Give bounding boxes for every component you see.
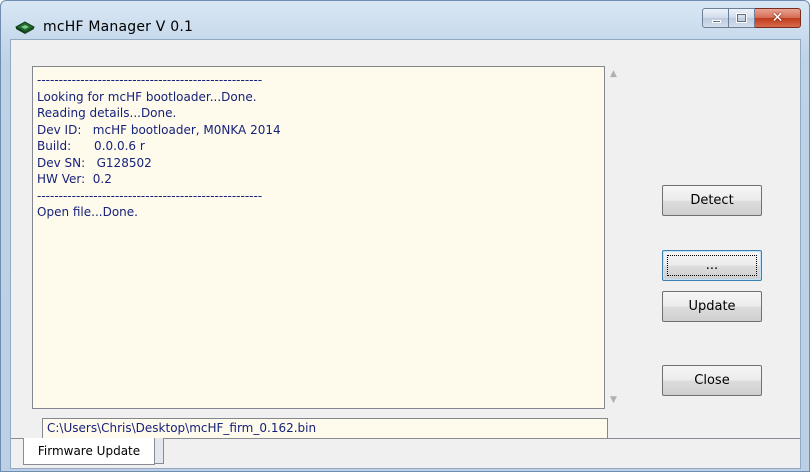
log-line: Reading details...Done. bbox=[37, 106, 177, 120]
close-button[interactable]: Close bbox=[662, 365, 762, 396]
firmware-update-panel: ----------------------------------------… bbox=[22, 54, 657, 439]
update-button-label: Update bbox=[688, 299, 736, 314]
maximize-button[interactable] bbox=[729, 8, 755, 28]
log-output[interactable]: ----------------------------------------… bbox=[32, 66, 605, 409]
update-button[interactable]: Update bbox=[662, 291, 762, 322]
log-line: Looking for mcHF bootloader...Done. bbox=[37, 89, 257, 104]
client-area: ----------------------------------------… bbox=[10, 39, 801, 469]
detect-button-label: Detect bbox=[690, 193, 734, 208]
log-line: ----------------------------------------… bbox=[37, 188, 263, 203]
browse-button-label: ... bbox=[705, 258, 719, 273]
log-line: Dev ID: mcHF bootloader, M0NKA 2014 bbox=[37, 122, 281, 137]
minimize-button[interactable] bbox=[702, 8, 729, 28]
browse-button[interactable]: ... bbox=[662, 250, 762, 281]
tab-firmware-update[interactable]: Firmware Update bbox=[23, 438, 155, 465]
minimize-icon bbox=[712, 20, 721, 23]
maximize-icon bbox=[737, 14, 746, 22]
close-window-button[interactable]: ✕ bbox=[755, 8, 801, 28]
log-line: ----------------------------------------… bbox=[37, 73, 263, 87]
scroll-up-icon[interactable]: ▲ bbox=[605, 66, 622, 83]
chip-icon bbox=[15, 21, 35, 34]
tab-strip: Firmware Update bbox=[11, 438, 800, 468]
caption-buttons: ✕ bbox=[702, 8, 801, 30]
title-bar[interactable]: mcHF Manager V 0.1 ✕ bbox=[1, 1, 809, 39]
detect-button[interactable]: Detect bbox=[662, 185, 762, 216]
log-line: HW Ver: 0.2 bbox=[37, 172, 112, 186]
window-title: mcHF Manager V 0.1 bbox=[43, 19, 194, 35]
app-window: mcHF Manager V 0.1 ✕ -------------------… bbox=[0, 0, 810, 472]
scroll-down-icon[interactable]: ▼ bbox=[605, 392, 622, 409]
firmware-path-field[interactable]: C:\Users\Chris\Desktop\mcHF_firm_0.162.b… bbox=[42, 418, 608, 439]
log-line: Open file...Done. bbox=[37, 205, 138, 219]
log-line: Build: 0.0.0.6 r bbox=[37, 139, 145, 153]
close-icon: ✕ bbox=[771, 10, 784, 26]
tab-edge bbox=[155, 438, 164, 464]
close-button-label: Close bbox=[694, 373, 730, 388]
log-line: Dev SN: G128502 bbox=[37, 155, 152, 170]
log-scrollbar[interactable]: ▲ ▼ bbox=[605, 66, 622, 409]
